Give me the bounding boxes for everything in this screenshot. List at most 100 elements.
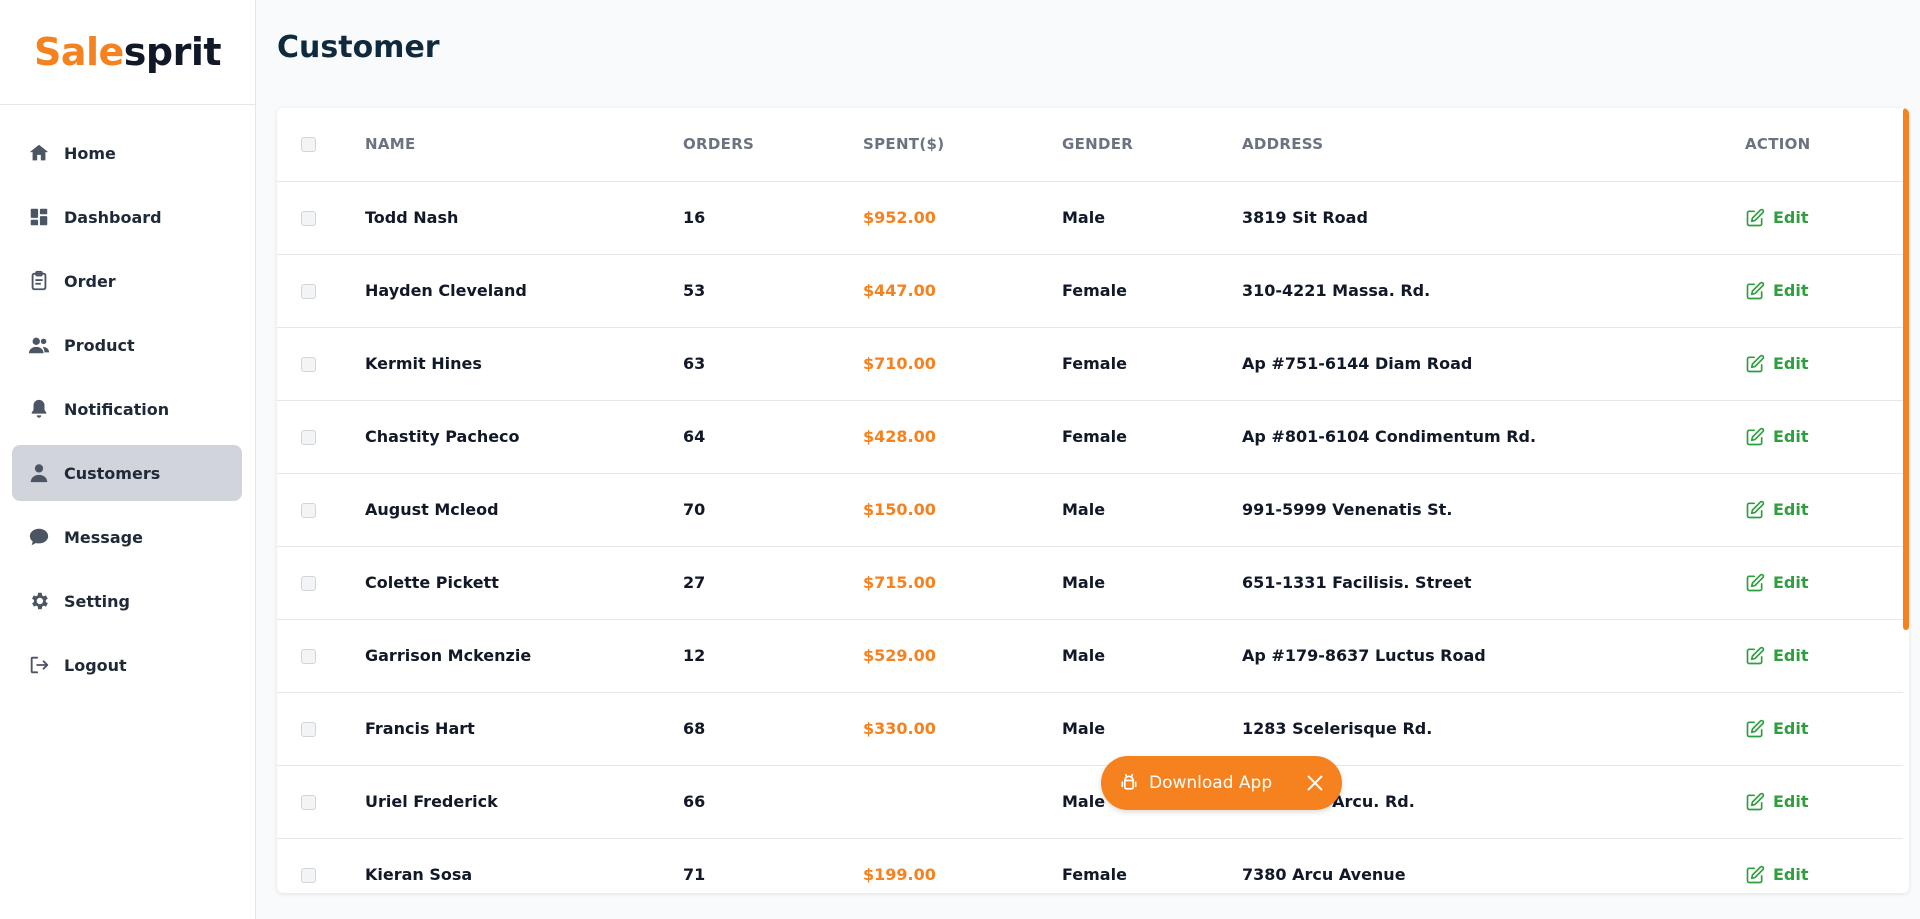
row-checkbox[interactable] (301, 576, 316, 591)
edit-icon (1746, 573, 1765, 591)
edit-icon (1746, 281, 1765, 299)
edit-label: Edit (1773, 646, 1809, 665)
sidebar-item-notification[interactable]: Notification (12, 381, 242, 437)
edit-button[interactable]: Edit (1745, 427, 1903, 447)
user-icon (28, 462, 50, 484)
sidebar: Sale sprit Home Dashboard Order Product Notif… (0, 0, 256, 919)
edit-icon (1746, 792, 1765, 810)
row-checkbox[interactable] (301, 503, 316, 518)
sidebar-item-home[interactable]: Home (12, 125, 242, 181)
sidebar-item-message[interactable]: Message (12, 509, 242, 565)
edit-label: Edit (1773, 573, 1809, 592)
customer-address: 651-1331 Facilisis. Street (1242, 546, 1745, 620)
row-select-cell (277, 692, 365, 766)
sidebar-item-product[interactable]: Product (12, 317, 242, 373)
row-checkbox[interactable] (301, 649, 316, 664)
edit-button[interactable]: Edit (1745, 281, 1903, 301)
customer-spent: $715.00 (863, 546, 1062, 620)
header-address[interactable]: ADDRESS (1242, 108, 1745, 182)
customer-name: August Mcleod (365, 473, 683, 547)
page-title: Customer (277, 30, 440, 65)
customer-name: Hayden Cleveland (365, 254, 683, 328)
row-checkbox[interactable] (301, 211, 316, 226)
edit-label: Edit (1773, 281, 1809, 300)
row-checkbox[interactable] (301, 430, 316, 445)
sidebar-item-label: Home (64, 143, 116, 163)
row-select-cell (277, 254, 365, 328)
customer-orders: 70 (683, 473, 863, 547)
edit-button[interactable]: Edit (1745, 646, 1903, 666)
sidebar-item-label: Product (64, 335, 135, 355)
sidebar-item-label: Notification (64, 399, 170, 419)
table-scrollbar[interactable] (1903, 108, 1909, 630)
row-checkbox[interactable] (301, 357, 316, 372)
table-row[interactable]: Colette Pickett 27 $715.00 Male 651-1331 Fac… (277, 546, 1903, 620)
edit-button[interactable]: Edit (1745, 792, 1903, 812)
sidebar-item-setting[interactable]: Setting (12, 573, 242, 629)
customer-gender: Female (1062, 400, 1242, 474)
logout-icon (28, 654, 50, 676)
row-checkbox[interactable] (301, 868, 316, 883)
edit-button[interactable]: Edit (1745, 719, 1903, 739)
table-row[interactable]: Hayden Cleveland 53 $447.00 Female 310-4221 … (277, 254, 1903, 328)
customer-orders: 63 (683, 327, 863, 401)
row-checkbox[interactable] (301, 795, 316, 810)
edit-button[interactable]: Edit (1745, 208, 1903, 228)
customer-gender: Male (1062, 181, 1242, 255)
table-row[interactable]: Kieran Sosa 71 $199.00 Female 7380 Arcu Aven… (277, 838, 1903, 893)
table-row[interactable]: August Mcleod 70 $150.00 Male 991-5999 Venen… (277, 473, 1903, 547)
close-icon[interactable] (1304, 772, 1326, 794)
edit-icon (1746, 719, 1765, 737)
edit-button[interactable]: Edit (1745, 865, 1903, 885)
customer-orders: 66 (683, 765, 863, 839)
table-row[interactable]: Chastity Pacheco 64 $428.00 Female Ap #801-6… (277, 400, 1903, 474)
header-name[interactable]: NAME (365, 108, 683, 182)
table-row[interactable]: Garrison Mckenzie 12 $529.00 Male Ap #179-86… (277, 619, 1903, 693)
customer-spent: $330.00 (863, 692, 1062, 766)
action-cell: Edit (1745, 838, 1903, 893)
edit-button[interactable]: Edit (1745, 573, 1903, 593)
users-icon (28, 334, 50, 356)
customer-name: Uriel Frederick (365, 765, 683, 839)
header-spent[interactable]: SPENT($) (863, 108, 1062, 182)
action-cell: Edit (1745, 181, 1903, 255)
row-checkbox[interactable] (301, 722, 316, 737)
customer-address: Ap #801-6104 Condimentum Rd. (1242, 400, 1745, 474)
customer-orders: 68 (683, 692, 863, 766)
edit-button[interactable]: Edit (1745, 500, 1903, 520)
customer-spent: $529.00 (863, 619, 1062, 693)
customer-address: Ap #179-8637 Luctus Road (1242, 619, 1745, 693)
row-checkbox[interactable] (301, 284, 316, 299)
select-all-checkbox[interactable] (301, 137, 316, 153)
sidebar-item-customers[interactable]: Customers (12, 445, 242, 501)
customer-gender: Male (1062, 546, 1242, 620)
customer-address: Ap #751-6144 Diam Road (1242, 327, 1745, 401)
table-row[interactable]: Todd Nash 16 $952.00 Male 3819 Sit Road Edit (277, 181, 1903, 255)
header-gender[interactable]: GENDER (1062, 108, 1242, 182)
brand-part-2: sprit (123, 30, 222, 74)
table-row[interactable]: Kermit Hines 63 $710.00 Female Ap #751-6144 … (277, 327, 1903, 401)
sidebar-item-logout[interactable]: Logout (12, 637, 242, 693)
edit-icon (1746, 427, 1765, 445)
customer-orders: 27 (683, 546, 863, 620)
row-select-cell (277, 838, 365, 893)
edit-button[interactable]: Edit (1745, 354, 1903, 374)
sidebar-item-order[interactable]: Order (12, 253, 242, 309)
table-row[interactable]: Francis Hart 68 $330.00 Male 1283 Scelerisqu… (277, 692, 1903, 766)
row-select-cell (277, 181, 365, 255)
action-cell: Edit (1745, 765, 1903, 839)
customer-gender: Male (1062, 692, 1242, 766)
edit-label: Edit (1773, 354, 1809, 373)
sidebar-item-dashboard[interactable]: Dashboard (12, 189, 242, 245)
download-app-button[interactable]: Download App (1101, 756, 1342, 810)
header-orders[interactable]: ORDERS (683, 108, 863, 182)
action-cell: Edit (1745, 327, 1903, 401)
sidebar-item-label: Dashboard (64, 207, 162, 227)
brand-logo[interactable]: Sale sprit (0, 0, 255, 105)
sidebar-item-label: Setting (64, 591, 130, 611)
action-cell: Edit (1745, 400, 1903, 474)
customer-orders: 12 (683, 619, 863, 693)
customers-table-card: NAME ORDERS SPENT($) GENDER ADDRESS ACTI… (277, 108, 1909, 893)
edit-icon (1746, 208, 1765, 226)
table-row[interactable]: Uriel Frederick66Male655-6831 Arcu. Rd.E… (277, 765, 1903, 839)
